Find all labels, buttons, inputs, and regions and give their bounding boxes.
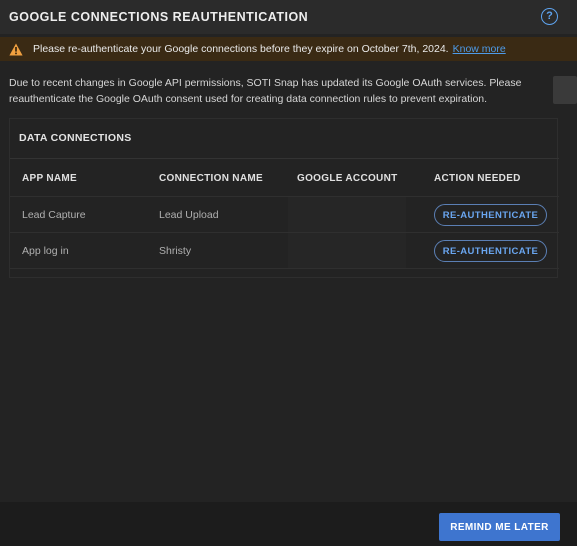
column-header-connection-name: CONNECTION NAME	[159, 173, 263, 184]
divider	[10, 196, 559, 197]
reauthenticate-button[interactable]: RE-AUTHENTICATE	[434, 204, 547, 226]
scrollbar-thumb[interactable]	[553, 76, 577, 104]
panel-title: DATA CONNECTIONS	[19, 132, 132, 144]
column-header-google-account: GOOGLE ACCOUNT	[297, 173, 398, 184]
column-header-app-name: APP NAME	[22, 173, 78, 184]
know-more-link[interactable]: Know more	[453, 43, 506, 55]
divider	[10, 268, 559, 269]
divider	[10, 158, 559, 159]
data-connections-panel: DATA CONNECTIONS APP NAME CONNECTION NAM…	[9, 118, 559, 278]
connection-name-cell: Shristy	[159, 245, 192, 257]
warning-icon	[9, 43, 23, 55]
divider	[10, 232, 559, 233]
help-icon[interactable]: ?	[541, 8, 558, 25]
alert-text: Please re-authenticate your Google conne…	[33, 43, 449, 55]
remind-me-later-button[interactable]: REMIND ME LATER	[439, 513, 560, 541]
reauthenticate-button[interactable]: RE-AUTHENTICATE	[434, 240, 547, 262]
dialog-header: GOOGLE CONNECTIONS REAUTHENTICATION ?	[0, 0, 577, 34]
reauth-dialog: GOOGLE CONNECTIONS REAUTHENTICATION ? Pl…	[0, 0, 577, 546]
dialog-footer: REMIND ME LATER	[0, 502, 577, 546]
app-name-cell: Lead Capture	[22, 209, 86, 221]
dialog-title: GOOGLE CONNECTIONS REAUTHENTICATION	[9, 10, 309, 24]
app-name-cell: App log in	[22, 245, 69, 257]
google-account-cell	[288, 197, 406, 269]
expiry-alert-banner: Please re-authenticate your Google conne…	[0, 37, 577, 61]
connection-name-cell: Lead Upload	[159, 209, 219, 221]
description-text: Due to recent changes in Google API perm…	[9, 77, 522, 105]
column-header-action-needed: ACTION NEEDED	[434, 173, 521, 184]
